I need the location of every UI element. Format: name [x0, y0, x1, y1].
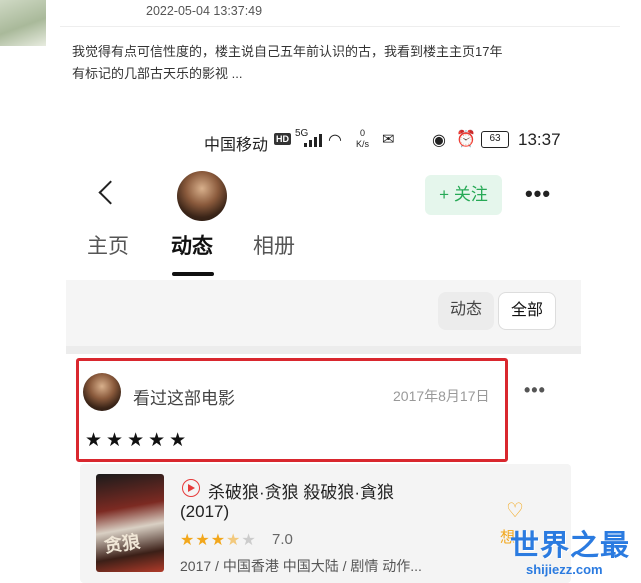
wechat-icon: ✉ — [382, 131, 395, 148]
heart-plus-icon[interactable]: ♡ — [506, 498, 524, 523]
divider — [60, 26, 620, 27]
forum-comment-text: 我觉得有点可信性度的，楼主说自己五年前认识的古，我看到楼主主页17年有标记的几部… — [72, 44, 503, 81]
poster-title-text: 贪狼 — [102, 531, 142, 557]
network-speed: 0 K/s — [356, 128, 369, 150]
phone-screenshot: 中国移动 HD 5G ◠ 0 K/s ✉ ◉ ⏰ 63 13:37 + 关注 •… — [66, 118, 581, 583]
speed-unit: K/s — [356, 139, 370, 149]
signal-bars-icon — [304, 133, 322, 147]
movie-year: (2017) — [180, 502, 230, 521]
forum-user-thumbnail[interactable] — [0, 0, 46, 46]
watermark-url: shijiezz.com — [526, 562, 603, 577]
status-time: 13:37 — [518, 130, 561, 149]
follow-button[interactable]: + 关注 — [425, 175, 502, 215]
movie-meta: 2017 / 中国香港 中国大陆 / 剧情 动作... — [180, 558, 422, 574]
avatar[interactable] — [83, 373, 121, 411]
stars-half: ★ — [226, 532, 242, 549]
movie-score: 7.0 — [272, 531, 293, 548]
play-circle-icon[interactable] — [182, 479, 200, 497]
filter-activity-chip[interactable]: 动态 — [438, 292, 495, 330]
profile-tabs: 主页 动态 相册 — [66, 230, 581, 280]
movie-title[interactable]: 杀破狼·贪狼 殺破狼·貪狼 — [208, 478, 394, 503]
active-tab-indicator — [172, 272, 214, 276]
more-options-button[interactable]: ••• — [521, 176, 555, 212]
eye-icon: ◉ — [432, 132, 446, 149]
movie-poster[interactable]: 贪狼 — [96, 474, 164, 572]
activity-post-highlighted[interactable]: 看过这部电影 2017年8月17日 ★★★★★ — [76, 358, 508, 462]
rating-stars: ★★★★★ — [85, 430, 191, 451]
forum-post: 2022-05-04 13:37:49 我觉得有点可信性度的，楼主说自己五年前认… — [0, 0, 641, 120]
speed-value: 0 — [360, 128, 366, 138]
tab-album[interactable]: 相册 — [253, 230, 295, 260]
back-chevron-icon[interactable] — [94, 178, 120, 212]
post-action-text: 看过这部电影 — [133, 389, 235, 408]
avatar[interactable] — [177, 171, 227, 221]
movie-rating-stars: ★★★★★ — [180, 530, 257, 550]
filter-all-dropdown[interactable]: 全部 — [498, 292, 557, 330]
section-separator — [66, 346, 581, 354]
profile-navbar: + 关注 ••• — [66, 166, 581, 230]
stars-filled: ★★★ — [180, 532, 227, 549]
filter-bar: 动态 全部 — [66, 280, 581, 346]
carrier-name: 中国移动 — [204, 137, 269, 154]
post-more-button[interactable]: ••• — [524, 380, 546, 401]
status-bar: 中国移动 HD 5G ◠ 0 K/s ✉ ◉ ⏰ 63 13:37 — [66, 128, 581, 154]
forum-post-date: 2022-05-04 13:37:49 — [146, 4, 263, 18]
tab-home[interactable]: 主页 — [87, 230, 129, 260]
post-date: 2017年8月17日 — [393, 388, 490, 404]
watermark-logo-text: 世界之最 — [510, 530, 631, 562]
wifi-icon: ◠ — [328, 132, 342, 149]
stars-empty: ★ — [241, 532, 257, 549]
hd-badge: HD — [274, 133, 291, 145]
movie-card[interactable]: 贪狼 杀破狼·贪狼 殺破狼·貪狼 (2017) ★★★★★ 7.0 2017 /… — [80, 464, 571, 583]
tab-activity[interactable]: 动态 — [171, 230, 213, 260]
battery-indicator: 63 — [481, 131, 509, 148]
alarm-icon: ⏰ — [456, 131, 476, 148]
